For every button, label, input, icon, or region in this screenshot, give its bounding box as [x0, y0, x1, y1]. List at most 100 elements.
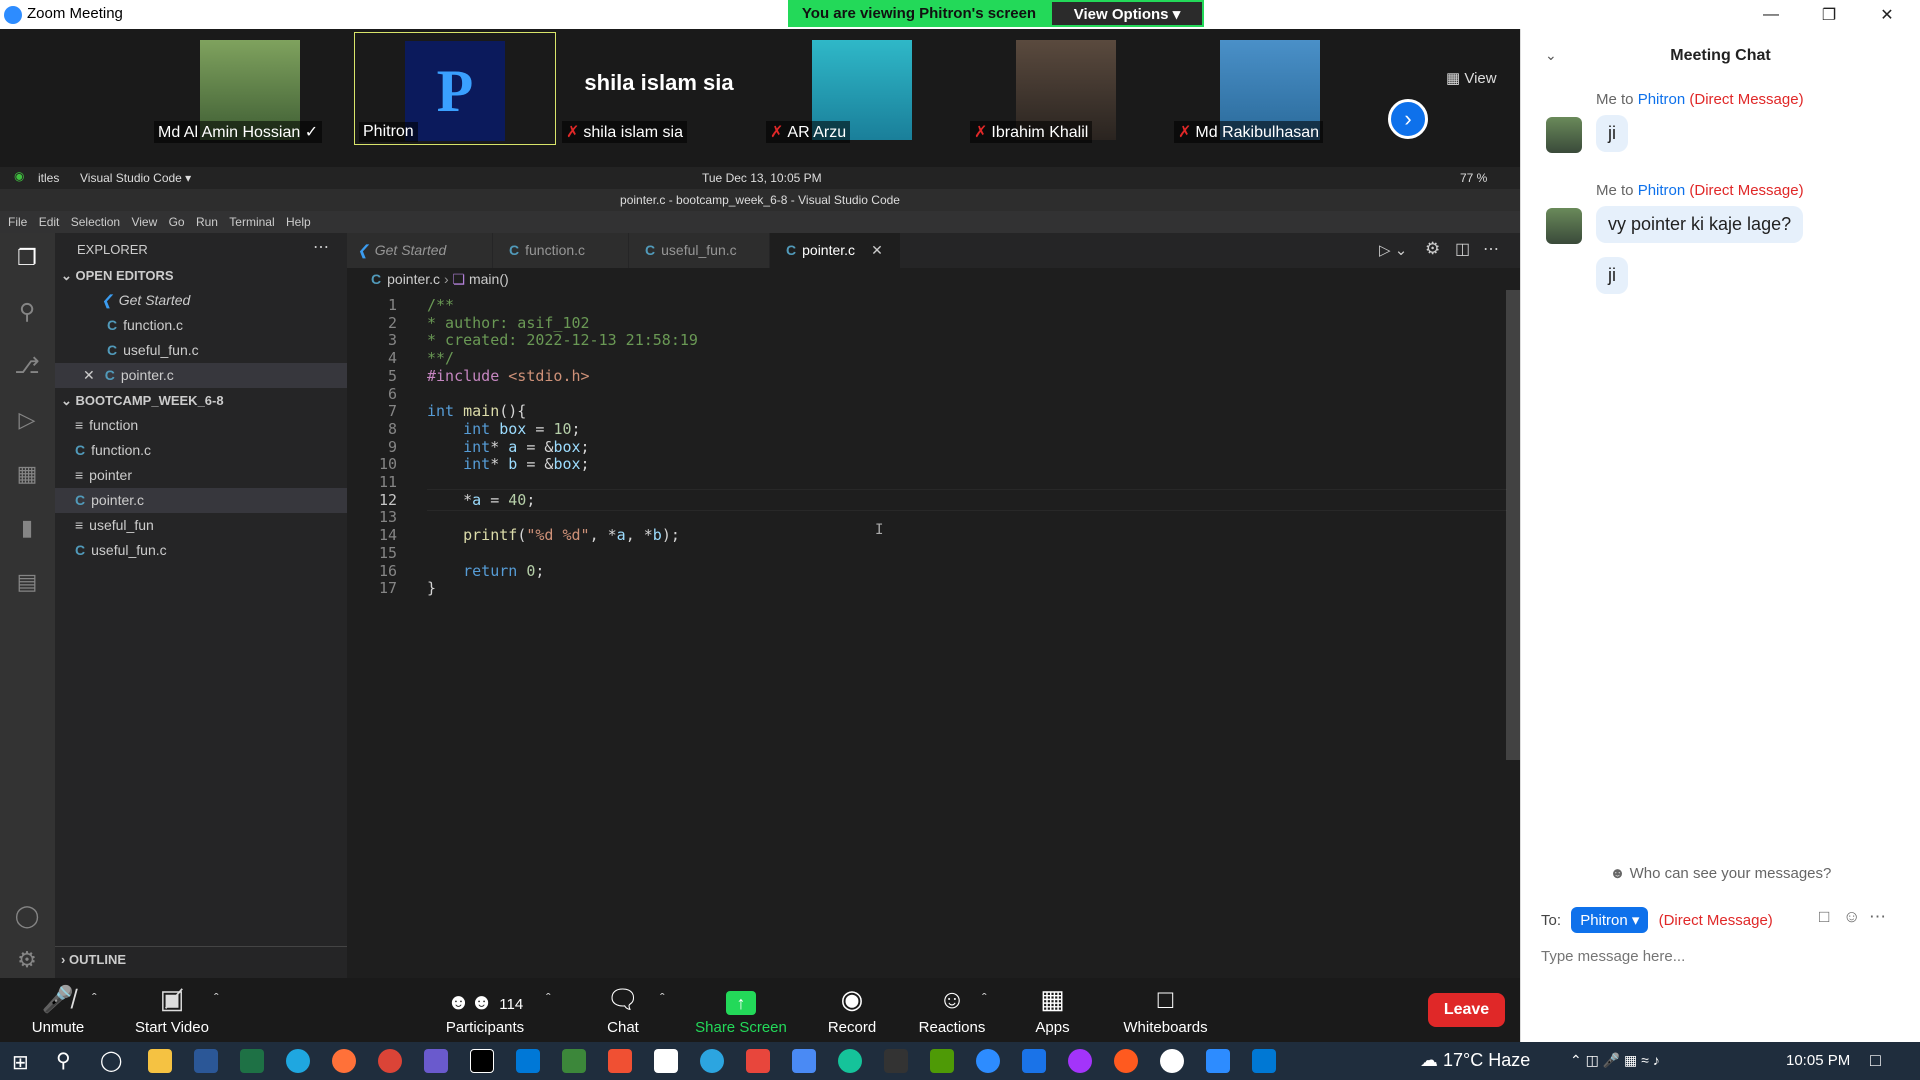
code-line[interactable]: **/ — [427, 349, 454, 367]
message-to[interactable]: Phitron — [1638, 182, 1686, 199]
notebook-icon[interactable]: ▤ — [12, 567, 42, 597]
more-icon[interactable]: ⋯ — [1483, 239, 1499, 259]
mail-icon[interactable] — [1252, 1049, 1276, 1073]
menu-edit[interactable]: Edit — [39, 215, 60, 229]
code-line[interactable]: #include <stdio.h> — [427, 367, 590, 385]
participant-tile[interactable]: ✗ Md Rakibulhasan — [1170, 32, 1372, 145]
tab-pointer-c[interactable]: Cpointer.c ✕ — [770, 233, 900, 268]
whiteboards-button[interactable]: □ Whiteboards — [1118, 978, 1213, 1042]
reactions-caret-icon[interactable]: ˆ — [982, 990, 987, 1006]
close-icon[interactable]: ✕ — [83, 367, 95, 383]
close-button[interactable]: ✕ — [1858, 0, 1916, 29]
clock[interactable]: 10:05 PM — [1786, 1052, 1850, 1069]
datetime[interactable]: Tue Dec 13, 10:05 PM — [702, 171, 822, 185]
vscode-icon[interactable] — [516, 1049, 540, 1073]
code-line[interactable]: int* a = &box; — [427, 438, 589, 456]
file-item[interactable]: Cfunction.c — [55, 438, 347, 463]
maps-icon[interactable] — [1022, 1049, 1046, 1073]
tab-get-started[interactable]: ❮ Get Started — [347, 233, 492, 268]
file-item[interactable]: ≡ pointer — [55, 463, 347, 488]
app-icon[interactable] — [1160, 1049, 1184, 1073]
video-options-caret-icon[interactable]: ˆ — [214, 990, 219, 1006]
view-options-button[interactable]: View Options ▾ — [1050, 0, 1204, 27]
tray-icons[interactable]: ⌃ ◫ 🎤 ▦ ≈ ♪ — [1570, 1052, 1660, 1069]
open-editor-item[interactable]: ✕ Cpointer.c — [55, 363, 347, 388]
file-icon[interactable]: □ — [1819, 907, 1829, 927]
split-editor-icon[interactable]: ◫ — [1455, 239, 1470, 259]
messenger-icon[interactable] — [1068, 1049, 1092, 1073]
apps-button[interactable]: ▦ Apps — [1030, 978, 1075, 1042]
chart-icon[interactable]: ▮ — [12, 513, 42, 543]
gear-icon[interactable]: ⚙ — [12, 945, 42, 975]
chat-button[interactable]: 🗨 Chat — [598, 978, 648, 1042]
app-icon[interactable] — [930, 1049, 954, 1073]
notifications-icon[interactable]: □ — [1870, 1050, 1881, 1071]
file-item[interactable]: ≡ function — [55, 413, 347, 438]
emoji-icon[interactable]: ☺ — [1843, 907, 1860, 927]
chat-caret-icon[interactable]: ˆ — [660, 990, 665, 1006]
code-line[interactable]: return 0; — [427, 562, 544, 580]
close-tab-icon[interactable]: ✕ — [871, 242, 883, 258]
open-editor-item[interactable]: Cfunction.c — [55, 313, 347, 338]
participant-tile[interactable]: Md Al Amin Hossian ✓ — [150, 32, 352, 145]
menu-view[interactable]: View — [131, 215, 157, 229]
participant-tile[interactable]: ✗ AR Arzu — [762, 32, 964, 145]
open-editors-section[interactable]: ⌄ OPEN EDITORS — [55, 263, 347, 288]
menu-help[interactable]: Help — [286, 215, 311, 229]
app-icon[interactable] — [976, 1049, 1000, 1073]
breadcrumb-file[interactable]: pointer.c — [387, 271, 440, 287]
breadcrumb-symbol[interactable]: main() — [469, 271, 509, 287]
share-screen-button[interactable]: ↑ Share Screen — [690, 978, 792, 1042]
menu-run[interactable]: Run — [196, 215, 218, 229]
next-page-arrow-icon[interactable]: › — [1388, 99, 1428, 139]
menu-go[interactable]: Go — [169, 215, 185, 229]
participant-tile[interactable]: ✗ Ibrahim Khalil — [966, 32, 1168, 145]
telegram-icon[interactable] — [700, 1049, 724, 1073]
app-menu[interactable]: Visual Studio Code ▾ — [80, 171, 191, 185]
code-line[interactable]: /** — [427, 296, 454, 314]
start-video-button[interactable]: ▣̸ Start Video — [132, 978, 212, 1042]
open-editor-item[interactable]: Cuseful_fun.c — [55, 338, 347, 363]
reactions-button[interactable]: ☺ Reactions — [912, 978, 992, 1042]
participant-tile[interactable]: shila islam sia ✗ shila islam sia — [558, 32, 760, 145]
terminal-icon[interactable] — [884, 1049, 908, 1073]
node-icon[interactable] — [562, 1049, 586, 1073]
pycharm-icon[interactable] — [470, 1049, 494, 1073]
more-actions-icon[interactable]: ⋯ — [313, 237, 329, 257]
app-icon[interactable] — [1114, 1049, 1138, 1073]
chat-message-input[interactable] — [1541, 941, 1901, 971]
edge-icon[interactable] — [286, 1049, 310, 1073]
account-icon[interactable]: ◯ — [12, 901, 42, 931]
folder-section[interactable]: ⌄ BOOTCAMP_WEEK_6-8 — [55, 388, 347, 413]
view-button[interactable]: ▦ View — [1446, 69, 1497, 87]
calendar-icon[interactable] — [792, 1049, 816, 1073]
app-icon[interactable] — [746, 1049, 770, 1073]
more-options-icon[interactable]: ⋯ — [1869, 907, 1886, 927]
word-icon[interactable] — [194, 1049, 218, 1073]
code-editor[interactable]: 1 /** 2 * author: asif_102 3 * created: 2022-… — [347, 290, 1520, 978]
record-button[interactable]: ◉ Record — [822, 978, 882, 1042]
grammarly-icon[interactable] — [838, 1049, 862, 1073]
extensions-icon[interactable]: ▦ — [12, 459, 42, 489]
editor-scrollbar[interactable] — [1506, 290, 1520, 760]
chrome-icon[interactable] — [378, 1049, 402, 1073]
files-icon[interactable]: ❐ — [12, 243, 42, 273]
outline-section[interactable]: › OUTLINE — [55, 946, 347, 971]
app-icon[interactable] — [424, 1049, 448, 1073]
weather-widget[interactable]: ☁ 17°C Haze — [1420, 1050, 1530, 1071]
audio-options-caret-icon[interactable]: ˆ — [92, 990, 97, 1006]
file-item[interactable]: ≡ useful_fun — [55, 513, 347, 538]
git-icon[interactable] — [608, 1049, 632, 1073]
settings-gear-icon[interactable]: ⚙ — [1425, 239, 1440, 259]
code-line[interactable]: int main(){ — [427, 402, 526, 420]
firefox-icon[interactable] — [332, 1049, 356, 1073]
battery-label[interactable]: 77 % — [1460, 171, 1487, 185]
cortana-icon[interactable]: ◯ — [100, 1048, 122, 1073]
excel-icon[interactable] — [240, 1049, 264, 1073]
code-line[interactable]: } — [427, 579, 436, 597]
tab-function-c[interactable]: Cfunction.c — [493, 233, 628, 268]
message-to[interactable]: Phitron — [1638, 91, 1686, 108]
file-item[interactable]: Cuseful_fun.c — [55, 538, 347, 563]
notion-icon[interactable] — [654, 1049, 678, 1073]
start-windows-icon[interactable]: ⊞ — [12, 1050, 29, 1075]
